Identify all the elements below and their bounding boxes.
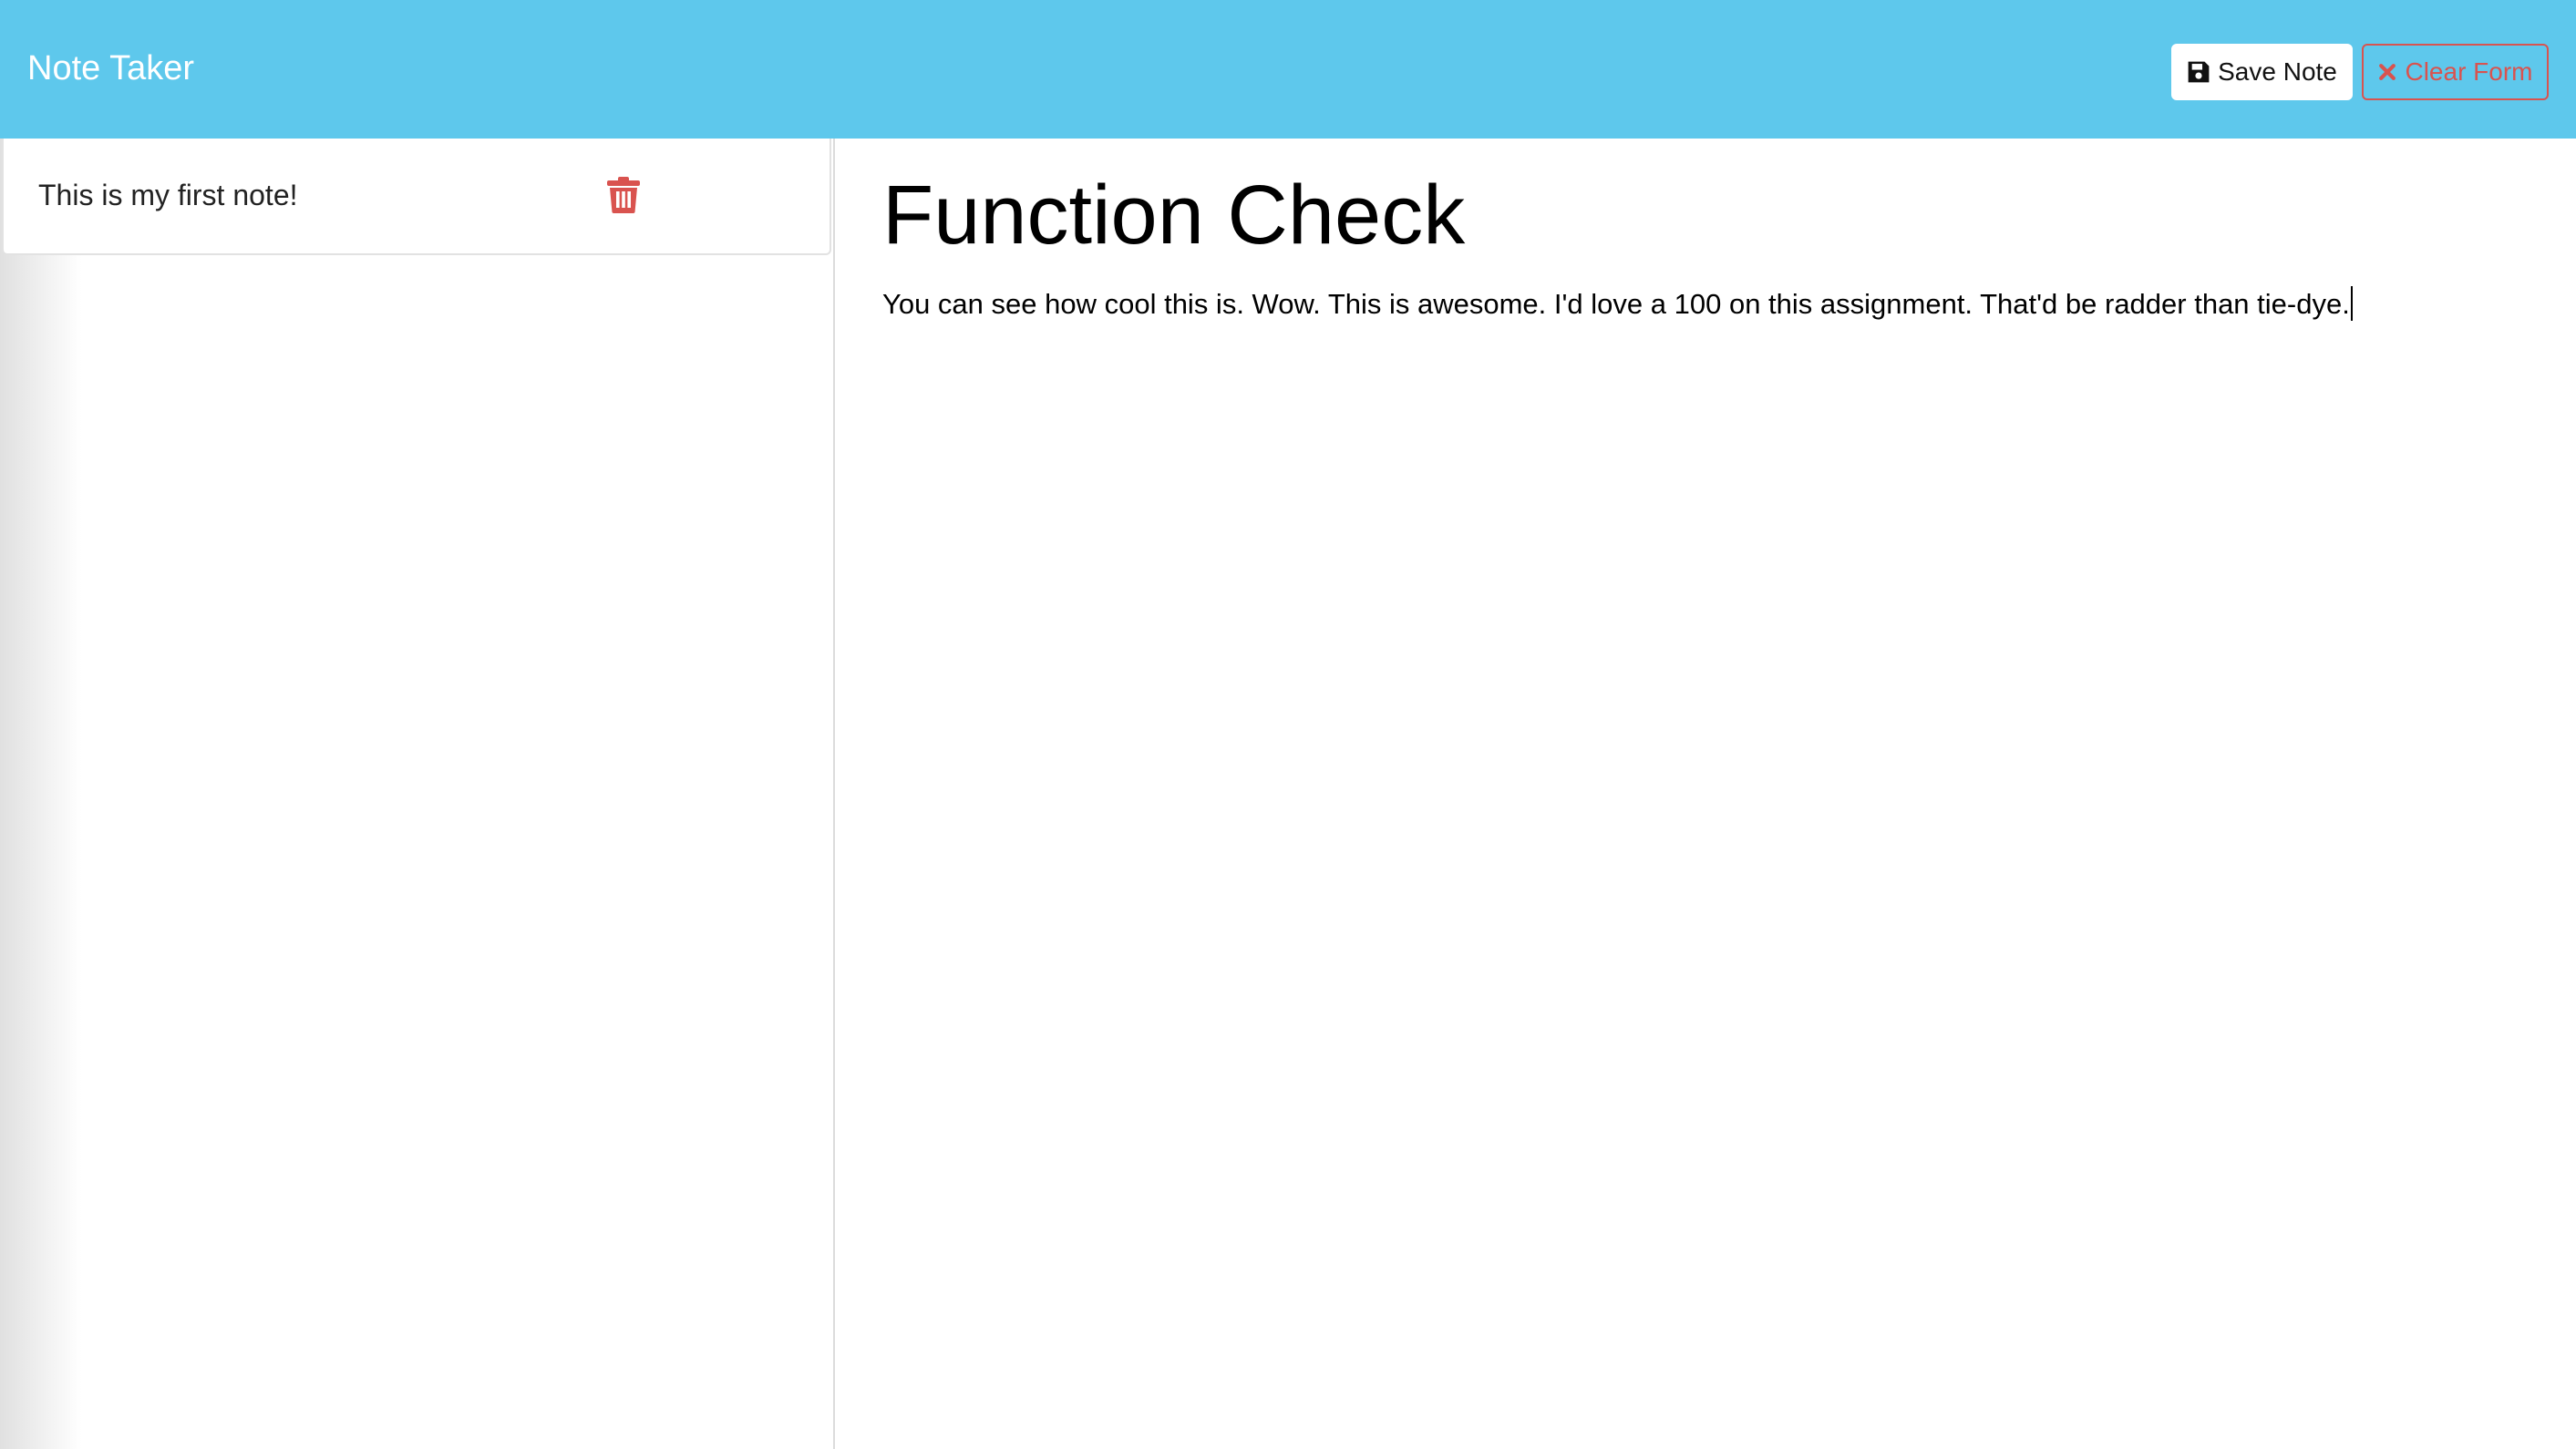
navbar: Note Taker Save Note Clear Form <box>0 0 2576 139</box>
note-text-area[interactable]: You can see how cool this is. Wow. This … <box>882 283 2541 326</box>
text-cursor <box>2350 286 2353 321</box>
save-note-label: Save Note <box>2218 57 2337 86</box>
clear-form-button[interactable]: Clear Form <box>2362 44 2549 100</box>
note-title-input[interactable]: Function Check <box>882 160 2523 270</box>
sidebar-shadow <box>0 139 82 1449</box>
floppy-disk-icon <box>2188 61 2210 83</box>
note-text-content: You can see how cool this is. Wow. This … <box>882 288 2350 320</box>
trash-icon[interactable] <box>607 177 640 213</box>
clear-form-label: Clear Form <box>2405 57 2533 86</box>
x-icon <box>2379 64 2396 80</box>
save-note-button[interactable]: Save Note <box>2171 44 2353 100</box>
note-editor: Function Check You can see how cool this… <box>837 139 2576 1449</box>
notes-sidebar: This is my first note! <box>0 139 835 1449</box>
note-list-item-title[interactable]: This is my first note! <box>38 175 298 215</box>
brand-title[interactable]: Note Taker <box>27 42 194 95</box>
note-list-item[interactable]: This is my first note! <box>2 139 831 255</box>
